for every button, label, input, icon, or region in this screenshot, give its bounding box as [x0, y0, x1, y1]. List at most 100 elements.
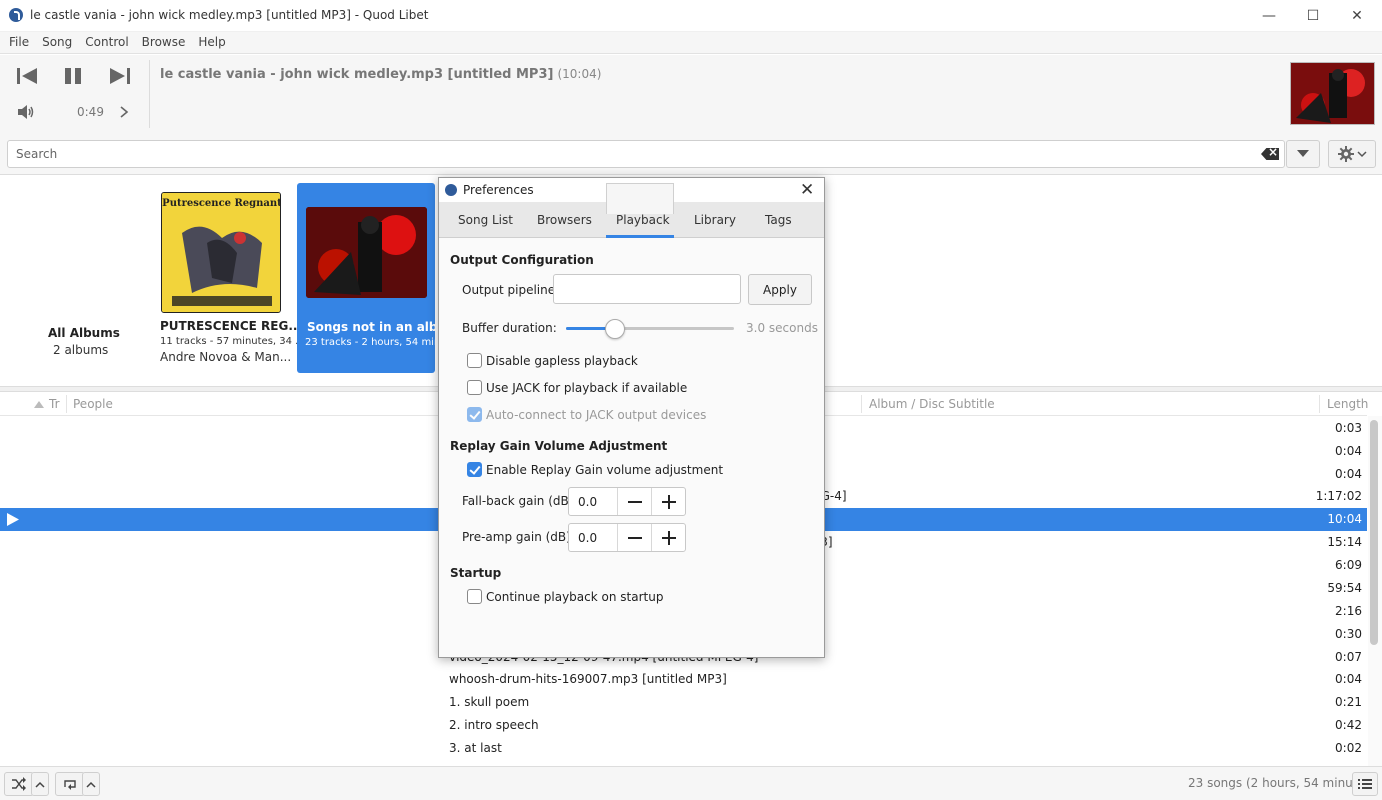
tab-library[interactable]: Library	[694, 213, 736, 227]
shuffle-options-button[interactable]	[31, 772, 49, 796]
use-jack-label[interactable]: Use JACK for playback if available	[486, 381, 687, 395]
dialog-close-button[interactable]: ✕	[800, 180, 814, 200]
window-title: le castle vania - john wick medley.mp3 […	[30, 8, 429, 22]
search-history-dropdown[interactable]	[1286, 140, 1320, 168]
menu-file[interactable]: File	[0, 32, 29, 53]
song-length: 0:30	[1335, 627, 1362, 641]
shuffle-icon	[12, 777, 26, 791]
quod-libet-icon	[9, 8, 23, 22]
tab-song-list[interactable]: Song List	[458, 213, 513, 227]
elapsed-time: 0:49	[77, 105, 104, 119]
browser-settings-button[interactable]	[1328, 140, 1376, 168]
output-pipeline-input[interactable]	[553, 274, 741, 304]
close-icon: ✕	[1351, 8, 1363, 24]
song-title: 2. intro speech	[449, 718, 539, 732]
increment-button[interactable]	[651, 488, 685, 515]
jack-autoconnect-checkbox	[467, 407, 482, 422]
repeat-icon	[64, 780, 76, 790]
song-length: 0:42	[1335, 718, 1362, 732]
preamp-gain-label: Pre-amp gain (dB):	[462, 530, 575, 544]
song-length: 0:04	[1335, 467, 1362, 481]
fallback-gain-spinner[interactable]: 0.0	[568, 487, 686, 516]
previous-icon[interactable]	[15, 66, 39, 86]
output-pipeline-label: Output pipeline:	[462, 283, 560, 297]
column-album[interactable]: Album / Disc Subtitle	[869, 397, 995, 411]
shuffle-button[interactable]	[4, 772, 34, 796]
repeat-options-button[interactable]	[82, 772, 100, 796]
song-length: 6:09	[1335, 558, 1362, 572]
apply-button[interactable]: Apply	[748, 274, 812, 305]
queue-toggle-button[interactable]	[1352, 772, 1378, 796]
minimize-button[interactable]: —	[1246, 0, 1292, 32]
album-cover-text: Putrescence Regnant	[162, 198, 281, 209]
repeat-button[interactable]	[55, 772, 85, 796]
active-tab-indicator	[606, 235, 674, 238]
now-playing-title: le castle vania - john wick medley.mp3 […	[160, 67, 601, 82]
song-row[interactable]: 3. at last 0:02	[0, 737, 1367, 760]
song-length: 2:16	[1335, 604, 1362, 618]
album-cover[interactable]: Putrescence Regnant	[161, 192, 281, 313]
maximize-button[interactable]: ☐	[1290, 0, 1336, 32]
close-icon: ✕	[800, 180, 815, 200]
buffer-slider-handle[interactable]	[604, 319, 625, 339]
decrement-button[interactable]	[617, 488, 651, 515]
album-title: PUTRESCENCE REG...	[160, 319, 302, 333]
cover-art-image	[1291, 63, 1374, 124]
album-cover[interactable]	[306, 207, 427, 298]
scrollbar-thumb[interactable]	[1370, 420, 1378, 645]
fallback-gain-label: Fall-back gain (dB):	[462, 494, 578, 508]
minus-icon	[627, 536, 642, 539]
menu-help[interactable]: Help	[189, 32, 225, 53]
song-row[interactable]: whoosh-drum-hits-169007.mp3 [untitled MP…	[0, 668, 1367, 691]
replay-gain-heading: Replay Gain Volume Adjustment	[450, 439, 668, 453]
dialog-title: Preferences	[463, 183, 534, 197]
chevron-down-icon	[1356, 150, 1367, 157]
continue-playback-checkbox[interactable]	[467, 589, 482, 604]
enable-replay-gain-checkbox[interactable]	[467, 462, 482, 477]
menu-song[interactable]: Song	[33, 32, 72, 53]
gear-icon	[1337, 146, 1354, 162]
menu-control[interactable]: Control	[76, 32, 128, 53]
tab-tags[interactable]: Tags	[765, 213, 792, 227]
decrement-button[interactable]	[617, 524, 651, 551]
column-separator	[1319, 395, 1320, 413]
song-length: 10:04	[1327, 512, 1362, 526]
preamp-gain-spinner[interactable]: 0.0	[568, 523, 686, 552]
buffer-duration-value: 3.0 seconds	[746, 321, 818, 335]
now-playing-song: le castle vania - john wick medley.mp3 […	[160, 67, 554, 82]
startup-heading: Startup	[450, 566, 502, 580]
column-people[interactable]: People	[73, 397, 113, 411]
chevron-right-icon[interactable]	[119, 106, 129, 118]
song-row[interactable]: 1. skull poem 0:21	[0, 691, 1367, 714]
close-window-button[interactable]: ✕	[1334, 0, 1380, 32]
volume-icon[interactable]	[17, 104, 35, 120]
song-row[interactable]: 2. intro speech 0:42	[0, 714, 1367, 737]
pause-icon[interactable]	[62, 66, 84, 86]
column-length[interactable]: Length	[1327, 397, 1368, 411]
enable-replay-gain-label[interactable]: Enable Replay Gain volume adjustment	[486, 463, 723, 477]
preferences-dialog: Preferences ✕ Song List Browsers Playbac…	[438, 177, 825, 658]
output-configuration-heading: Output Configuration	[450, 253, 594, 267]
use-jack-checkbox[interactable]	[467, 380, 482, 395]
increment-button[interactable]	[651, 524, 685, 551]
tab-playback[interactable]: Playback	[616, 213, 670, 227]
album-info: 11 tracks - 57 minutes, 34 ...	[160, 336, 305, 347]
status-bar	[0, 766, 1382, 800]
song-length: 0:03	[1335, 421, 1362, 435]
disable-gapless-label[interactable]: Disable gapless playback	[486, 354, 638, 368]
all-albums-title[interactable]: All Albums	[48, 326, 120, 340]
disable-gapless-checkbox[interactable]	[467, 353, 482, 368]
next-icon[interactable]	[108, 66, 132, 86]
menu-browse[interactable]: Browse	[133, 32, 186, 53]
plus-icon	[661, 530, 676, 545]
fallback-gain-value[interactable]: 0.0	[578, 495, 597, 509]
playing-icon	[7, 513, 19, 526]
search-input[interactable]	[7, 140, 1285, 168]
column-track[interactable]: Tr	[49, 397, 60, 411]
tab-browsers[interactable]: Browsers	[537, 213, 592, 227]
column-separator	[66, 395, 67, 413]
preamp-gain-value[interactable]: 0.0	[578, 531, 597, 545]
all-albums-count: 2 albums	[53, 343, 109, 357]
now-playing-cover[interactable]	[1290, 62, 1375, 125]
continue-playback-label[interactable]: Continue playback on startup	[486, 590, 663, 604]
